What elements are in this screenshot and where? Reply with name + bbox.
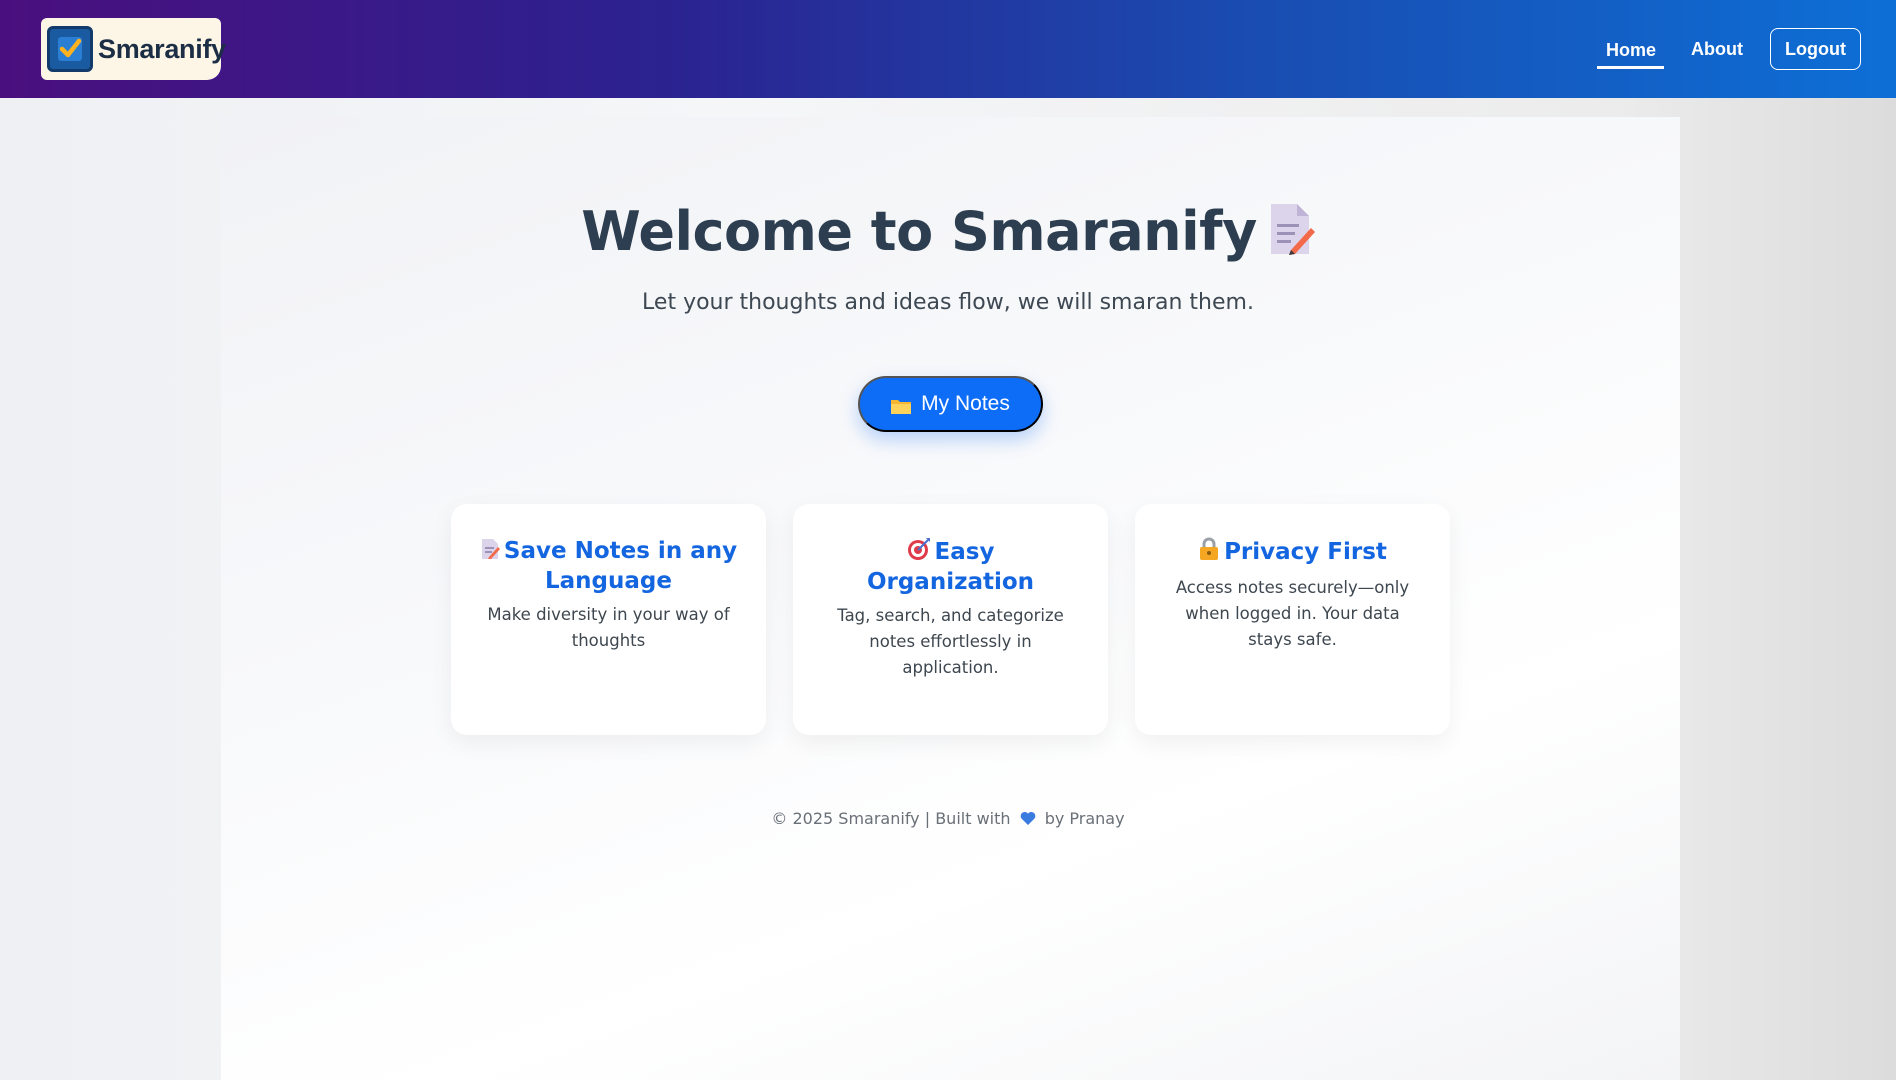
target-icon — [907, 537, 931, 568]
hero-title: Welcome to Smaranify — [0, 200, 1896, 269]
feature-title: Save Notes in any Language — [479, 537, 738, 595]
nav-home-link[interactable]: Home — [1606, 40, 1656, 61]
feature-card-organization: Easy Organization Tag, search, and categ… — [793, 504, 1108, 735]
blue-heart-icon — [1020, 811, 1036, 830]
feature-title: Privacy First — [1163, 537, 1422, 568]
my-notes-button[interactable]: My Notes — [858, 376, 1043, 432]
feature-description: Access notes securely—only when logged i… — [1175, 578, 1410, 649]
brand-name: Smaranify — [98, 33, 226, 64]
feature-card-languages: Save Notes in any Language Make diversit… — [451, 504, 766, 735]
memo-icon — [480, 538, 500, 567]
feature-title-text: Privacy First — [1224, 539, 1387, 565]
active-nav-indicator — [1597, 66, 1664, 69]
logout-button[interactable]: Logout — [1770, 28, 1861, 70]
lock-icon — [1198, 537, 1220, 568]
top-navbar: Smaranify Home About Logout — [0, 0, 1896, 98]
feature-title-text: Save Notes in any Language — [503, 538, 738, 594]
feature-card-privacy: Privacy First Access notes securely—only… — [1135, 504, 1450, 735]
checkbox-notebook-icon — [47, 26, 93, 72]
feature-title: Easy Organization — [821, 537, 1080, 596]
footer-prefix: © 2025 Smaranify | Built with — [771, 809, 1011, 828]
page-footer: © 2025 Smaranify | Built with by Pranay — [0, 809, 1896, 830]
footer-suffix: by Pranay — [1044, 809, 1125, 828]
hero-subtitle: Let your thoughts and ideas flow, we wil… — [642, 290, 1254, 315]
hero-title-text: Welcome to Smaranify — [581, 200, 1257, 263]
feature-description: Tag, search, and categorize notes effort… — [837, 606, 1064, 677]
nav-about-link[interactable]: About — [1691, 39, 1743, 60]
my-notes-label: My Notes — [921, 392, 1010, 415]
memo-pencil-icon — [1267, 202, 1315, 269]
brand-logo[interactable]: Smaranify — [41, 18, 226, 80]
folder-icon — [891, 396, 912, 414]
feature-description: Make diversity in your way of thoughts — [487, 605, 730, 650]
feature-title-text: Easy Organization — [866, 539, 1035, 595]
